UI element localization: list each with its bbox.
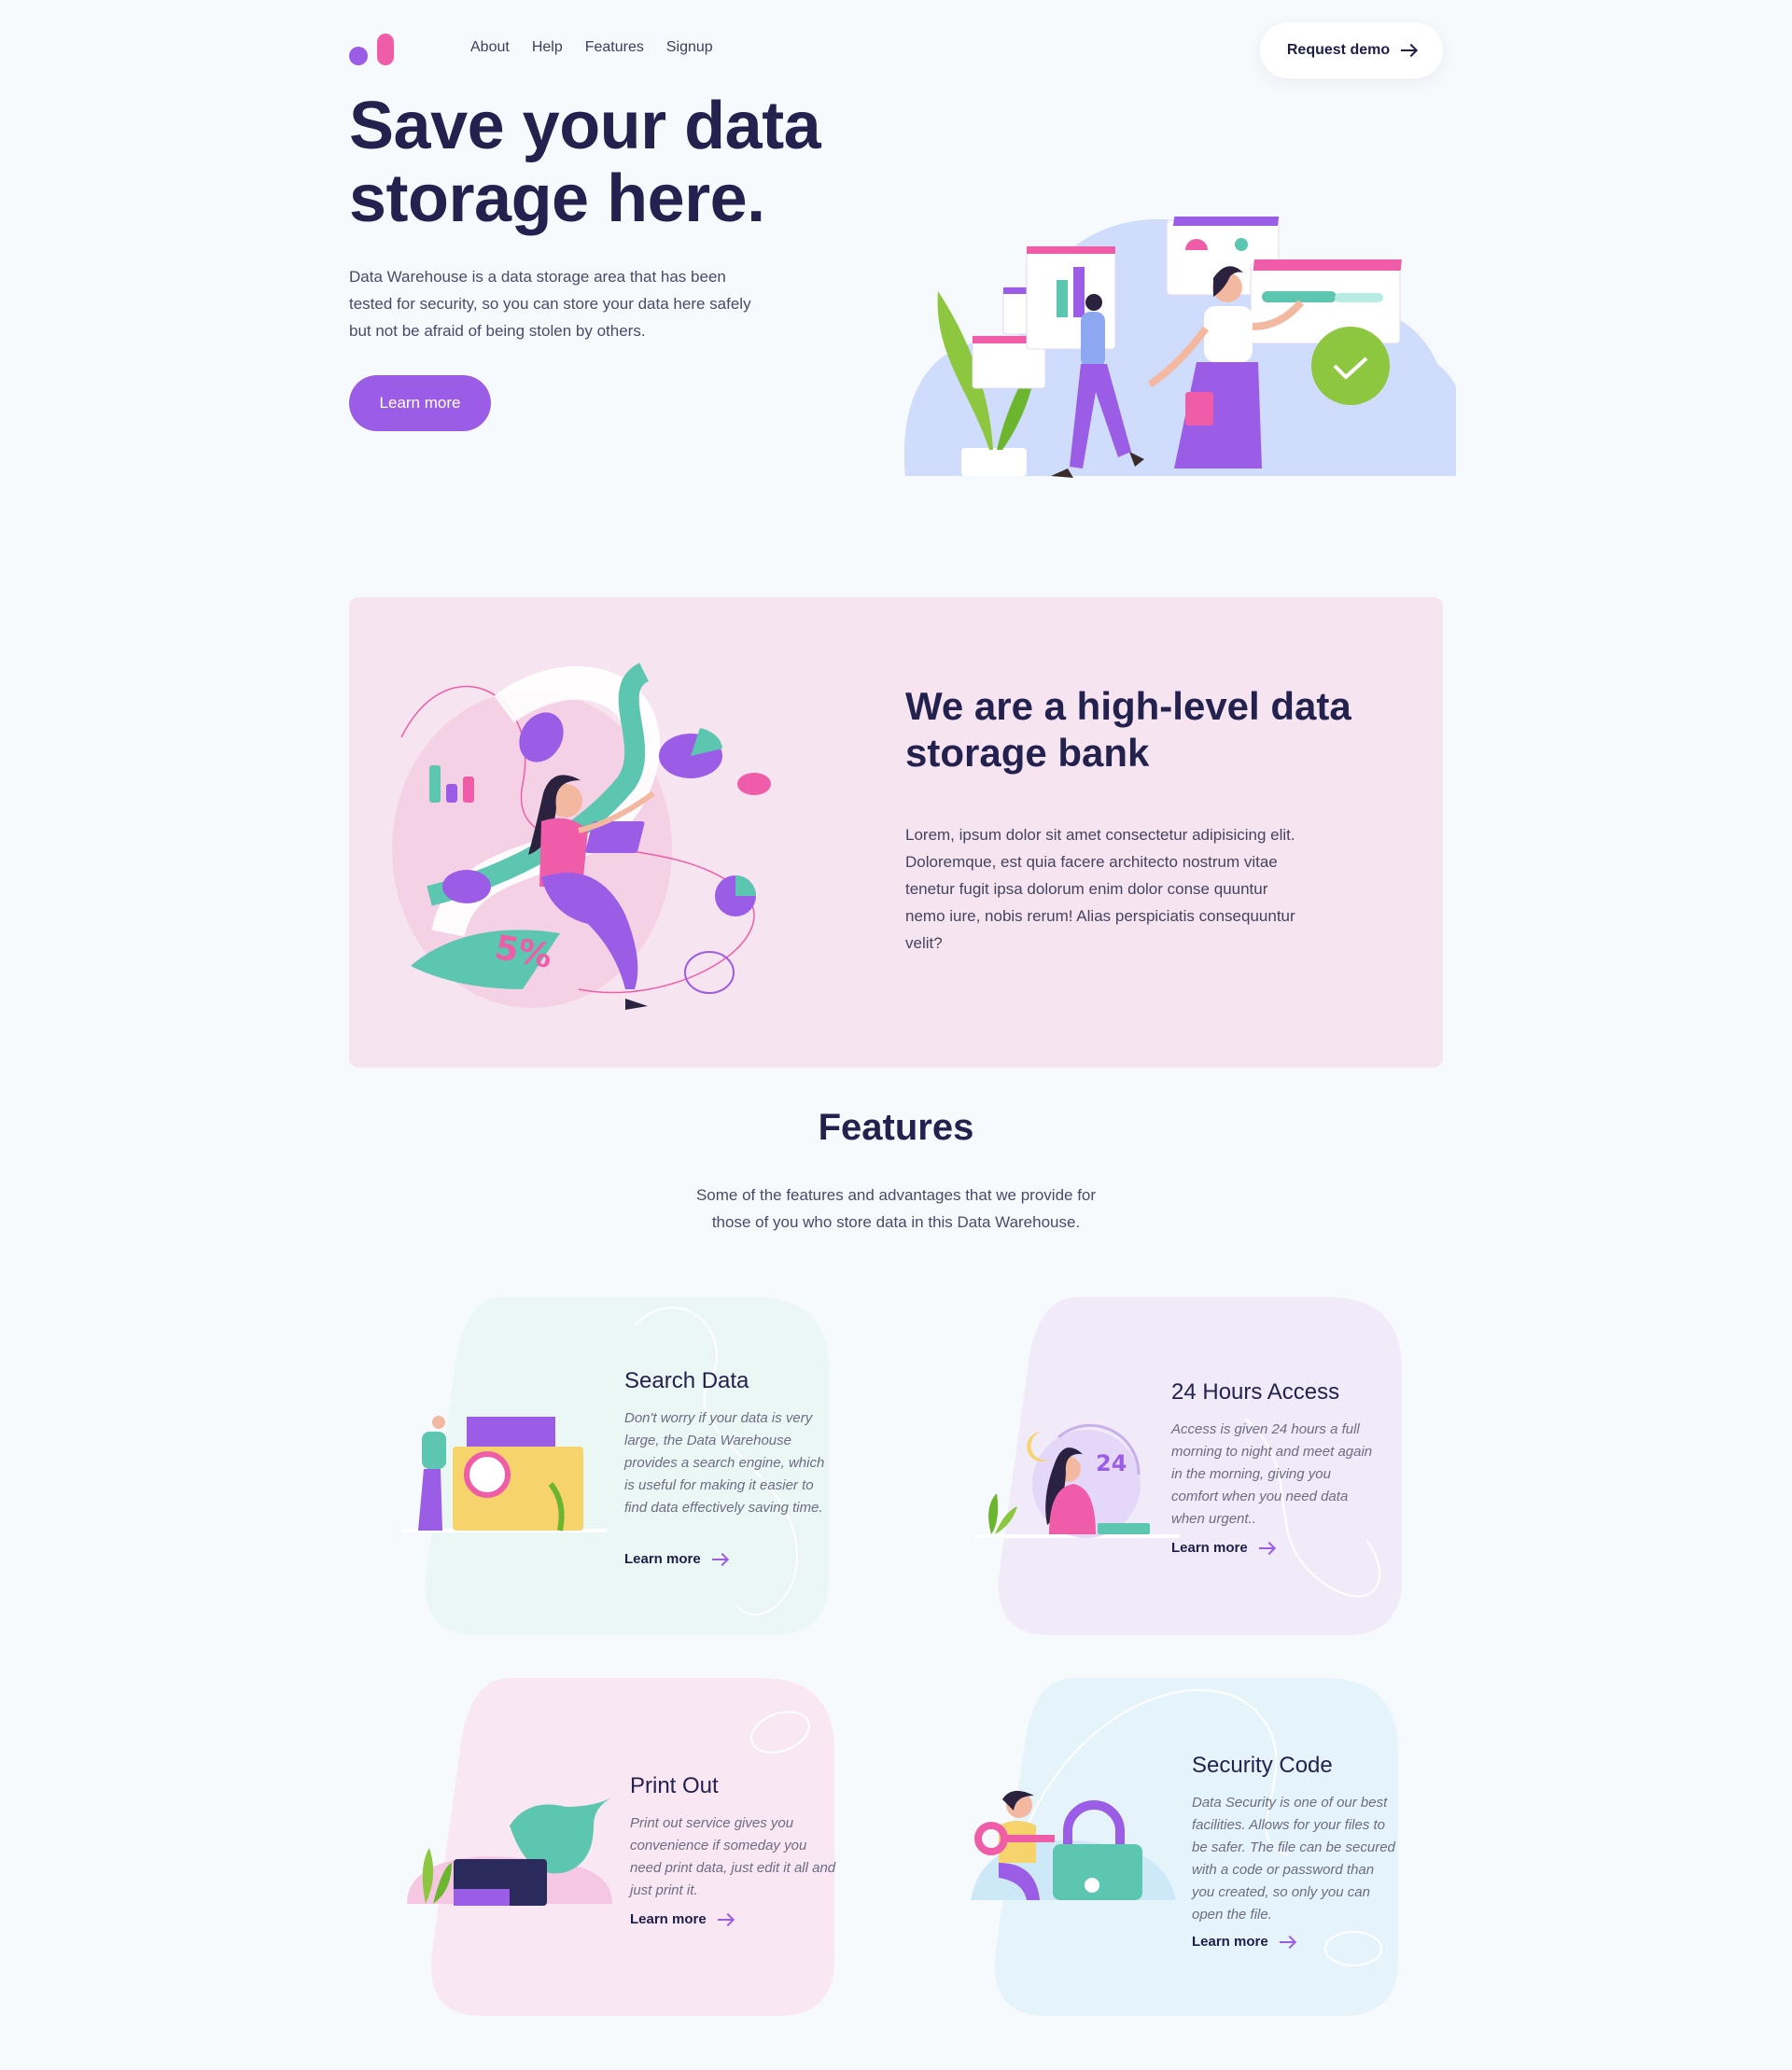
learn-more-label: Learn more <box>630 1911 707 1927</box>
arrow-right-icon <box>1401 49 1417 51</box>
feature-card-learn-more[interactable]: Learn more <box>1171 1540 1274 1556</box>
search-data-illustration <box>401 1416 607 1532</box>
features-subtitle: Some of the features and advantages that… <box>695 1186 1097 1231</box>
arrow-right-icon <box>717 1918 733 1921</box>
feature-card-learn-more[interactable]: Learn more <box>624 1551 727 1567</box>
request-demo-button[interactable]: Request demo <box>1260 22 1443 78</box>
print-out-illustration <box>407 1797 612 1906</box>
access-24-badge: 24 <box>1096 1450 1127 1476</box>
logo[interactable] <box>349 34 398 67</box>
arrow-right-icon <box>1258 1546 1274 1549</box>
feature-card-text: Don't worry if your data is very large, … <box>624 1410 825 1516</box>
hero-description: Data Warehouse is a data storage area th… <box>349 268 751 340</box>
nav-link-help[interactable]: Help <box>532 39 563 56</box>
about-title: We are a high-level data storage bank <box>905 684 1351 775</box>
access-24-illustration: 24 <box>974 1423 1180 1538</box>
nav-link-signup[interactable]: Signup <box>666 39 713 56</box>
arrow-right-icon <box>1279 1940 1295 1943</box>
feature-card-print: Print Out Print out service gives you co… <box>407 1678 836 2016</box>
about-illustration: 5% <box>392 663 771 1010</box>
feature-card-search: Search Data Don't worry if your data is … <box>401 1297 831 1635</box>
learn-more-label: Learn more <box>1171 1540 1248 1556</box>
security-code-illustration <box>971 1790 1176 1900</box>
feature-card-text: Access is given 24 hours a full morning … <box>1171 1421 1373 1527</box>
main-nav: About Help Features Signup <box>470 39 713 56</box>
about-text: Lorem, ipsum dolor sit amet consectetur … <box>905 826 1295 952</box>
feature-card-learn-more[interactable]: Learn more <box>1192 1934 1295 1950</box>
feature-card-learn-more[interactable]: Learn more <box>630 1911 733 1927</box>
logo-dot <box>349 47 368 65</box>
hero-illustration <box>903 217 1456 478</box>
feature-card-title: 24 Hours Access <box>1171 1379 1340 1405</box>
arrow-right-icon <box>711 1558 727 1560</box>
request-demo-label: Request demo <box>1286 42 1391 58</box>
feature-card-text: Data Security is one of our best facilit… <box>1192 1795 1395 1923</box>
feature-card-title: Print Out <box>630 1773 719 1798</box>
feature-card-security: Security Code Data Security is one of ou… <box>971 1678 1400 2016</box>
hero-learn-more-button[interactable]: Learn more <box>349 375 491 431</box>
features-title: Features <box>818 1107 974 1148</box>
feature-card-title: Security Code <box>1192 1753 1333 1778</box>
feature-card-access: 24 24 Hours Access Access is given 24 ho… <box>974 1297 1404 1635</box>
nav-link-features[interactable]: Features <box>585 39 644 56</box>
feature-card-text: Print out service gives you convenience … <box>630 1815 836 1898</box>
logo-pill <box>377 34 394 65</box>
hero-title: Save your data storage here. <box>349 89 821 236</box>
nav-link-about[interactable]: About <box>470 39 510 56</box>
feature-card-title: Search Data <box>624 1368 749 1393</box>
learn-more-label: Learn more <box>1192 1934 1268 1950</box>
learn-more-label: Learn more <box>624 1551 701 1567</box>
